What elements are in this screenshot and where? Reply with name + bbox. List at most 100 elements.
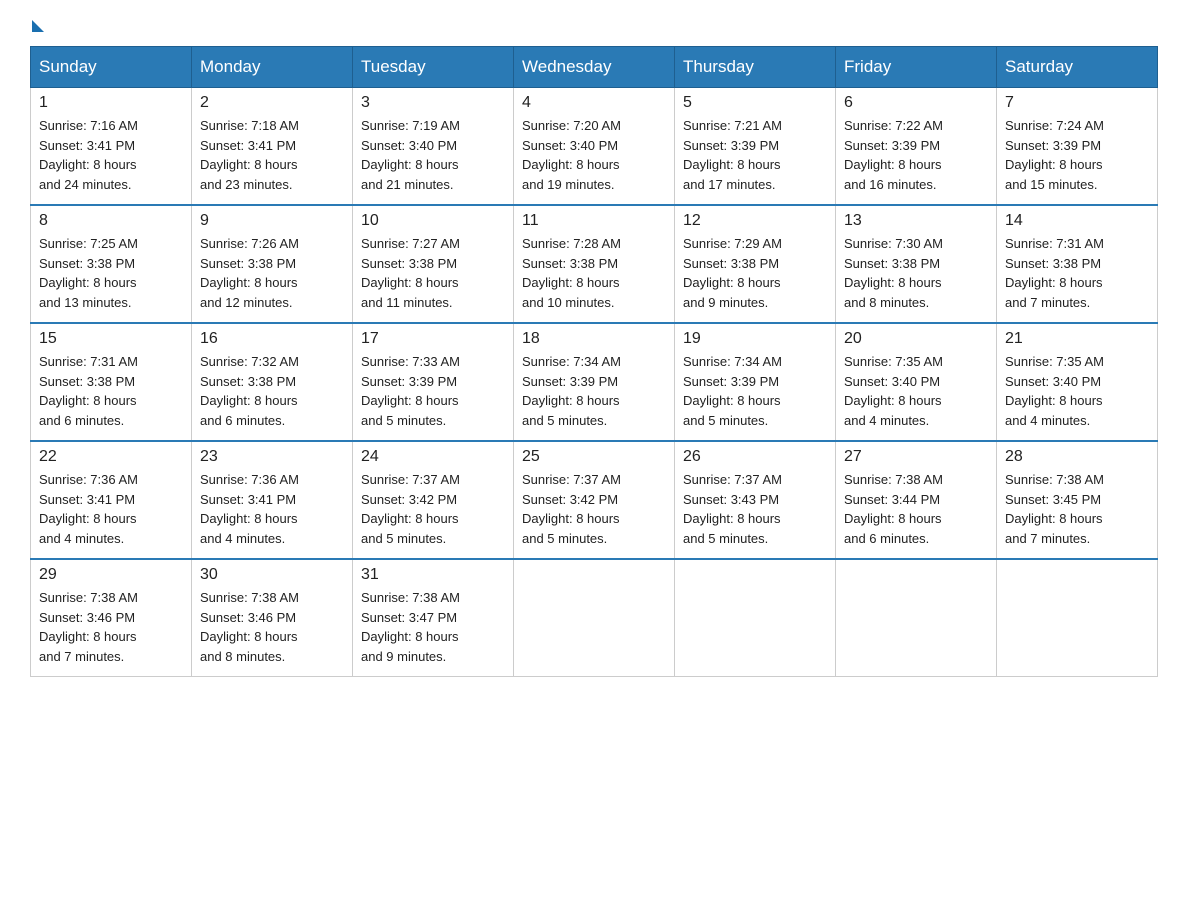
calendar-cell: 16 Sunrise: 7:32 AM Sunset: 3:38 PM Dayl… [192, 323, 353, 441]
day-number: 1 [39, 94, 183, 112]
calendar-cell: 19 Sunrise: 7:34 AM Sunset: 3:39 PM Dayl… [675, 323, 836, 441]
day-number: 15 [39, 330, 183, 348]
day-info: Sunrise: 7:25 AM Sunset: 3:38 PM Dayligh… [39, 234, 183, 312]
calendar-cell: 4 Sunrise: 7:20 AM Sunset: 3:40 PM Dayli… [514, 88, 675, 206]
day-info: Sunrise: 7:36 AM Sunset: 3:41 PM Dayligh… [200, 470, 344, 548]
calendar-header-sunday: Sunday [31, 47, 192, 88]
calendar-cell: 25 Sunrise: 7:37 AM Sunset: 3:42 PM Dayl… [514, 441, 675, 559]
day-number: 31 [361, 566, 505, 584]
calendar-header-tuesday: Tuesday [353, 47, 514, 88]
calendar-cell: 8 Sunrise: 7:25 AM Sunset: 3:38 PM Dayli… [31, 205, 192, 323]
day-number: 4 [522, 94, 666, 112]
calendar-cell: 21 Sunrise: 7:35 AM Sunset: 3:40 PM Dayl… [997, 323, 1158, 441]
calendar-week-row: 1 Sunrise: 7:16 AM Sunset: 3:41 PM Dayli… [31, 88, 1158, 206]
day-number: 17 [361, 330, 505, 348]
day-info: Sunrise: 7:24 AM Sunset: 3:39 PM Dayligh… [1005, 116, 1149, 194]
day-info: Sunrise: 7:19 AM Sunset: 3:40 PM Dayligh… [361, 116, 505, 194]
day-info: Sunrise: 7:27 AM Sunset: 3:38 PM Dayligh… [361, 234, 505, 312]
calendar-header-row: SundayMondayTuesdayWednesdayThursdayFrid… [31, 47, 1158, 88]
day-info: Sunrise: 7:34 AM Sunset: 3:39 PM Dayligh… [683, 352, 827, 430]
calendar-cell: 26 Sunrise: 7:37 AM Sunset: 3:43 PM Dayl… [675, 441, 836, 559]
calendar-cell [514, 559, 675, 677]
calendar-cell: 31 Sunrise: 7:38 AM Sunset: 3:47 PM Dayl… [353, 559, 514, 677]
day-number: 29 [39, 566, 183, 584]
day-info: Sunrise: 7:38 AM Sunset: 3:44 PM Dayligh… [844, 470, 988, 548]
day-number: 12 [683, 212, 827, 230]
calendar-week-row: 15 Sunrise: 7:31 AM Sunset: 3:38 PM Dayl… [31, 323, 1158, 441]
calendar-cell: 1 Sunrise: 7:16 AM Sunset: 3:41 PM Dayli… [31, 88, 192, 206]
day-number: 18 [522, 330, 666, 348]
calendar-week-row: 8 Sunrise: 7:25 AM Sunset: 3:38 PM Dayli… [31, 205, 1158, 323]
calendar-cell: 12 Sunrise: 7:29 AM Sunset: 3:38 PM Dayl… [675, 205, 836, 323]
day-number: 10 [361, 212, 505, 230]
day-info: Sunrise: 7:38 AM Sunset: 3:45 PM Dayligh… [1005, 470, 1149, 548]
calendar-cell: 3 Sunrise: 7:19 AM Sunset: 3:40 PM Dayli… [353, 88, 514, 206]
logo-triangle-icon [32, 20, 44, 32]
day-number: 8 [39, 212, 183, 230]
day-info: Sunrise: 7:18 AM Sunset: 3:41 PM Dayligh… [200, 116, 344, 194]
day-number: 21 [1005, 330, 1149, 348]
day-number: 14 [1005, 212, 1149, 230]
calendar-week-row: 29 Sunrise: 7:38 AM Sunset: 3:46 PM Dayl… [31, 559, 1158, 677]
day-number: 6 [844, 94, 988, 112]
calendar-cell: 28 Sunrise: 7:38 AM Sunset: 3:45 PM Dayl… [997, 441, 1158, 559]
day-info: Sunrise: 7:31 AM Sunset: 3:38 PM Dayligh… [39, 352, 183, 430]
day-number: 7 [1005, 94, 1149, 112]
day-number: 27 [844, 448, 988, 466]
calendar-cell: 29 Sunrise: 7:38 AM Sunset: 3:46 PM Dayl… [31, 559, 192, 677]
day-info: Sunrise: 7:29 AM Sunset: 3:38 PM Dayligh… [683, 234, 827, 312]
logo [30, 20, 44, 30]
day-info: Sunrise: 7:30 AM Sunset: 3:38 PM Dayligh… [844, 234, 988, 312]
calendar-cell: 6 Sunrise: 7:22 AM Sunset: 3:39 PM Dayli… [836, 88, 997, 206]
day-info: Sunrise: 7:34 AM Sunset: 3:39 PM Dayligh… [522, 352, 666, 430]
calendar-cell: 15 Sunrise: 7:31 AM Sunset: 3:38 PM Dayl… [31, 323, 192, 441]
calendar-cell: 27 Sunrise: 7:38 AM Sunset: 3:44 PM Dayl… [836, 441, 997, 559]
day-info: Sunrise: 7:37 AM Sunset: 3:43 PM Dayligh… [683, 470, 827, 548]
calendar-cell: 11 Sunrise: 7:28 AM Sunset: 3:38 PM Dayl… [514, 205, 675, 323]
calendar-header-monday: Monday [192, 47, 353, 88]
calendar-cell: 23 Sunrise: 7:36 AM Sunset: 3:41 PM Dayl… [192, 441, 353, 559]
day-info: Sunrise: 7:36 AM Sunset: 3:41 PM Dayligh… [39, 470, 183, 548]
day-number: 28 [1005, 448, 1149, 466]
day-number: 3 [361, 94, 505, 112]
calendar-cell: 24 Sunrise: 7:37 AM Sunset: 3:42 PM Dayl… [353, 441, 514, 559]
day-info: Sunrise: 7:32 AM Sunset: 3:38 PM Dayligh… [200, 352, 344, 430]
day-info: Sunrise: 7:37 AM Sunset: 3:42 PM Dayligh… [361, 470, 505, 548]
day-info: Sunrise: 7:21 AM Sunset: 3:39 PM Dayligh… [683, 116, 827, 194]
calendar-cell: 13 Sunrise: 7:30 AM Sunset: 3:38 PM Dayl… [836, 205, 997, 323]
day-number: 9 [200, 212, 344, 230]
day-number: 5 [683, 94, 827, 112]
day-info: Sunrise: 7:26 AM Sunset: 3:38 PM Dayligh… [200, 234, 344, 312]
calendar-cell [675, 559, 836, 677]
calendar-cell [836, 559, 997, 677]
calendar-cell: 30 Sunrise: 7:38 AM Sunset: 3:46 PM Dayl… [192, 559, 353, 677]
day-info: Sunrise: 7:33 AM Sunset: 3:39 PM Dayligh… [361, 352, 505, 430]
day-number: 13 [844, 212, 988, 230]
day-number: 30 [200, 566, 344, 584]
day-info: Sunrise: 7:22 AM Sunset: 3:39 PM Dayligh… [844, 116, 988, 194]
calendar-cell: 2 Sunrise: 7:18 AM Sunset: 3:41 PM Dayli… [192, 88, 353, 206]
calendar-cell: 14 Sunrise: 7:31 AM Sunset: 3:38 PM Dayl… [997, 205, 1158, 323]
calendar-header-thursday: Thursday [675, 47, 836, 88]
day-number: 22 [39, 448, 183, 466]
calendar-cell: 10 Sunrise: 7:27 AM Sunset: 3:38 PM Dayl… [353, 205, 514, 323]
calendar-cell: 22 Sunrise: 7:36 AM Sunset: 3:41 PM Dayl… [31, 441, 192, 559]
calendar-cell: 20 Sunrise: 7:35 AM Sunset: 3:40 PM Dayl… [836, 323, 997, 441]
day-info: Sunrise: 7:38 AM Sunset: 3:46 PM Dayligh… [200, 588, 344, 666]
day-info: Sunrise: 7:20 AM Sunset: 3:40 PM Dayligh… [522, 116, 666, 194]
calendar-header-friday: Friday [836, 47, 997, 88]
page-header [30, 20, 1158, 30]
day-info: Sunrise: 7:28 AM Sunset: 3:38 PM Dayligh… [522, 234, 666, 312]
day-info: Sunrise: 7:35 AM Sunset: 3:40 PM Dayligh… [1005, 352, 1149, 430]
calendar-cell: 7 Sunrise: 7:24 AM Sunset: 3:39 PM Dayli… [997, 88, 1158, 206]
day-number: 24 [361, 448, 505, 466]
calendar-cell: 9 Sunrise: 7:26 AM Sunset: 3:38 PM Dayli… [192, 205, 353, 323]
day-info: Sunrise: 7:38 AM Sunset: 3:46 PM Dayligh… [39, 588, 183, 666]
day-info: Sunrise: 7:37 AM Sunset: 3:42 PM Dayligh… [522, 470, 666, 548]
day-info: Sunrise: 7:38 AM Sunset: 3:47 PM Dayligh… [361, 588, 505, 666]
day-number: 23 [200, 448, 344, 466]
calendar-cell: 17 Sunrise: 7:33 AM Sunset: 3:39 PM Dayl… [353, 323, 514, 441]
day-info: Sunrise: 7:31 AM Sunset: 3:38 PM Dayligh… [1005, 234, 1149, 312]
day-number: 16 [200, 330, 344, 348]
day-number: 11 [522, 212, 666, 230]
